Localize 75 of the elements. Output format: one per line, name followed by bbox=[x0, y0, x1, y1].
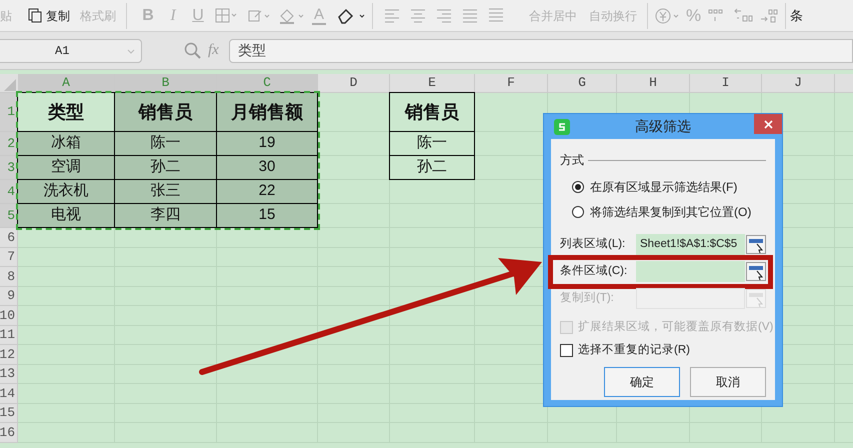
toolbar-label[interactable]: 条 bbox=[790, 6, 804, 26]
dialog-title: 高级筛选 bbox=[634, 117, 692, 136]
dropdown-icon[interactable] bbox=[127, 48, 135, 54]
table-cell: 孙二 bbox=[114, 155, 217, 180]
name-box[interactable]: A1 bbox=[0, 38, 142, 62]
close-icon[interactable] bbox=[764, 120, 772, 128]
row-header[interactable]: 12 bbox=[0, 345, 17, 364]
decrease-decimal-icon[interactable] bbox=[759, 6, 780, 24]
borders-icon[interactable] bbox=[215, 8, 239, 24]
table-cell: 洗衣机 bbox=[17, 179, 115, 204]
column-header[interactable]: F bbox=[475, 74, 548, 92]
justify-icon[interactable] bbox=[462, 7, 478, 24]
header-cell: 月销售额 bbox=[216, 92, 318, 132]
table-cell: 张三 bbox=[114, 179, 217, 204]
table-cell: 李四 bbox=[114, 203, 217, 228]
table-cell: 陈一 bbox=[389, 131, 475, 156]
checkbox-label: 扩展结果区域，可能覆盖原有数据(V) bbox=[578, 319, 774, 335]
indent-icon[interactable] bbox=[488, 7, 504, 24]
input-field[interactable] bbox=[636, 261, 745, 282]
table-cell: 陈一 bbox=[114, 131, 217, 156]
radio-button[interactable] bbox=[572, 181, 584, 193]
column-header[interactable]: I bbox=[690, 74, 762, 92]
zoom-icon[interactable] bbox=[184, 42, 202, 60]
row-header[interactable]: 7 bbox=[0, 248, 17, 267]
table-cell: 电视 bbox=[17, 203, 115, 228]
header-cell: 类型 bbox=[17, 92, 115, 132]
table-cell: 空调 bbox=[17, 155, 115, 180]
column-header[interactable]: J bbox=[762, 74, 835, 92]
app-logo-icon[interactable] bbox=[554, 118, 570, 134]
formula-field[interactable]: 类型 bbox=[228, 38, 853, 62]
increase-decimal-icon[interactable] bbox=[733, 6, 754, 24]
row-header[interactable]: 16 bbox=[0, 423, 17, 442]
row-header[interactable]: 8 bbox=[0, 267, 17, 286]
row-header[interactable]: 9 bbox=[0, 286, 17, 306]
range-select-icon[interactable] bbox=[746, 235, 766, 254]
column-header[interactable]: G bbox=[548, 74, 617, 92]
checkbox-label: 选择不重复的记录(R) bbox=[578, 342, 690, 358]
header-cell: 销售员 bbox=[114, 92, 217, 132]
field-label: 列表区域(L): bbox=[560, 236, 626, 252]
row-header[interactable]: 13 bbox=[0, 364, 17, 384]
row-header[interactable]: 14 bbox=[0, 384, 17, 404]
field-label: 条件区域(C): bbox=[560, 264, 628, 279]
radio-label: 将筛选结果复制到其它位置(O) bbox=[590, 204, 752, 221]
checkbox[interactable] bbox=[560, 344, 573, 358]
row-header[interactable]: 10 bbox=[0, 306, 17, 326]
dialog-button[interactable]: 取消 bbox=[690, 366, 766, 396]
align-center-icon[interactable] bbox=[410, 7, 426, 24]
align-right-icon[interactable] bbox=[436, 7, 452, 24]
table-cell: 15 bbox=[216, 203, 318, 228]
fx-label: fx bbox=[208, 41, 219, 60]
field-label: 复制到(T): bbox=[560, 290, 615, 306]
section-title: 方式 bbox=[560, 152, 584, 169]
currency-icon[interactable] bbox=[654, 6, 680, 24]
paint-bucket-icon[interactable] bbox=[277, 6, 305, 24]
table-cell: 孙二 bbox=[389, 155, 475, 180]
align-left-icon[interactable] bbox=[384, 7, 400, 24]
table-cell: 冰箱 bbox=[17, 131, 115, 156]
column-header[interactable]: H bbox=[617, 74, 690, 92]
copy-icon[interactable] bbox=[28, 8, 42, 23]
close-button[interactable] bbox=[754, 114, 782, 134]
radio-button[interactable] bbox=[572, 206, 584, 218]
header-cell: 销售员 bbox=[389, 92, 475, 132]
column-header[interactable]: D bbox=[318, 74, 390, 92]
table-cell: 19 bbox=[216, 131, 318, 156]
range-select-icon[interactable] bbox=[746, 262, 766, 281]
row-header[interactable]: 6 bbox=[0, 228, 17, 248]
input-field[interactable]: Sheet1!$A$1:$C$5 bbox=[636, 234, 745, 255]
table-cell: 30 bbox=[216, 155, 318, 180]
toolbar-button[interactable]: 复制 bbox=[28, 6, 70, 24]
table-cell: 22 bbox=[216, 179, 318, 204]
row-header[interactable]: 11 bbox=[0, 326, 17, 345]
dialog-button[interactable]: 确定 bbox=[604, 366, 680, 396]
radio-label: 在原有区域显示筛选结果(F) bbox=[590, 179, 738, 196]
row-header[interactable]: 15 bbox=[0, 404, 17, 423]
eraser-icon[interactable] bbox=[336, 6, 366, 24]
